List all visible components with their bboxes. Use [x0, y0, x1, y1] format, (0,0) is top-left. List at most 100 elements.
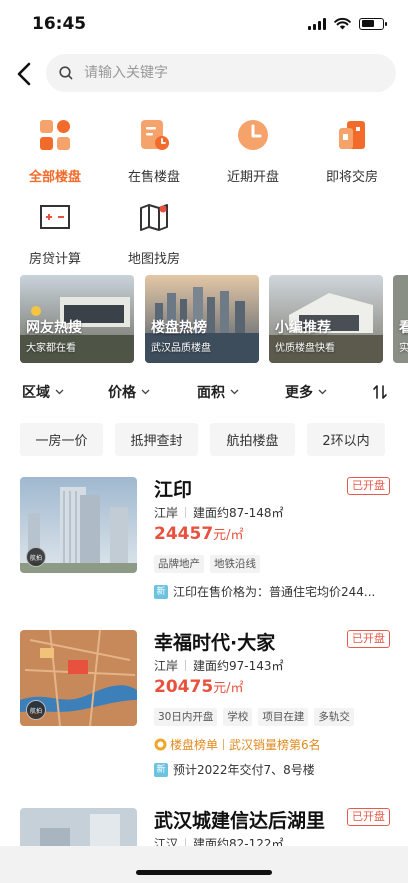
listing-news: 新 江印在售价格为：普通住宅均价244... [154, 583, 390, 600]
search-icon [59, 66, 73, 80]
listing-card[interactable]: 武汉城建信达后湖里 已开盘 江汉 建面约82-122㎡ [20, 808, 390, 883]
listing-area: 建面约97-143㎡ [193, 659, 284, 673]
banner-partial[interactable]: 看 实 [393, 275, 408, 363]
listing-tag: 地铁沿线 [210, 555, 260, 573]
listing-card[interactable]: 航拍 江印 已开盘 江岸 建面约87-148㎡ 24457元/㎡ 品牌地产 地铁… [20, 477, 390, 607]
listing-meta: 江岸 建面约97-143㎡ [154, 657, 284, 674]
banner-editor-pick[interactable]: 小编推荐 优质楼盘快看 [269, 275, 383, 363]
filter-label: 价格 [108, 385, 136, 401]
listing-thumbnail: 航拍 [20, 630, 137, 726]
listing-price: 20475元/㎡ [154, 677, 244, 697]
back-button[interactable] [14, 60, 36, 88]
listing-title: 武汉城建信达后湖里 [154, 810, 326, 832]
banner-hot-search[interactable]: 网友热搜 大家都在看 [20, 275, 134, 363]
battery-icon [359, 17, 387, 30]
listing-district: 江岸 [154, 506, 179, 520]
status-badge: 已开盘 [347, 808, 390, 826]
listing-area: 建面约87-148㎡ [193, 506, 284, 520]
category-all-buildings[interactable]: 全部楼盘 [10, 118, 100, 185]
listing-title: 幸福时代·大家 [154, 632, 276, 654]
banner-subtitle: 武汉品质楼盘 [151, 343, 211, 354]
category-mortgage-calculator[interactable]: 房贷计算 [10, 200, 100, 267]
category-on-sale[interactable]: 在售楼盘 [109, 118, 199, 185]
chevron-left-icon [17, 62, 31, 86]
calculator-icon [40, 205, 70, 229]
quick-tag[interactable]: 一房一价 [20, 423, 103, 456]
category-opening-soon[interactable]: 近期开盘 [208, 118, 298, 185]
ranking-link[interactable]: 楼盘榜单 武汉销量榜第6名 [154, 736, 321, 753]
listing-tag: 30日内开盘 [154, 708, 218, 726]
chevron-down-icon [55, 389, 64, 395]
quick-tag[interactable]: 航拍楼盘 [210, 423, 295, 456]
filter-label: 更多 [285, 385, 313, 401]
listing-price: 24457元/㎡ [154, 524, 244, 544]
listing-tag: 品牌地产 [154, 555, 204, 573]
quick-tag[interactable]: 抵押查封 [115, 423, 198, 456]
map-icon [140, 204, 168, 231]
filter-label: 面积 [197, 385, 225, 401]
filter-label: 区域 [22, 385, 50, 401]
banner-title: 看 [399, 320, 408, 336]
status-badge: 已开盘 [347, 630, 390, 648]
divider [185, 660, 187, 671]
banner-title: 楼盘热榜 [151, 320, 207, 336]
listing-news: 新 预计2022年交付7、8号楼 [154, 761, 390, 778]
price-value: 24457 [154, 524, 214, 544]
category-label: 在售楼盘 [127, 170, 180, 185]
listing-tag: 项目在建 [258, 708, 309, 726]
home-indicator[interactable] [136, 870, 272, 875]
listing-district: 江岸 [154, 659, 179, 673]
price-unit: 元/㎡ [213, 681, 244, 696]
banner-title: 网友热搜 [26, 320, 82, 336]
chevron-down-icon [230, 389, 239, 395]
listing-thumbnail: 航拍 [20, 477, 137, 573]
search-box[interactable] [46, 54, 396, 92]
new-badge: 新 [154, 584, 168, 599]
divider [185, 507, 187, 518]
filter-bar: 区域 价格 面积 更多 [0, 382, 408, 406]
category-label: 全部楼盘 [28, 170, 81, 185]
quick-tag[interactable]: 2环以内 [307, 423, 385, 456]
price-value: 20475 [154, 677, 214, 697]
quick-tags: 一房一价 抵押查封 航拍楼盘 2环以内 [20, 423, 400, 456]
medal-icon [154, 738, 167, 751]
listing-tag: 学校 [223, 708, 253, 726]
chevron-down-icon [318, 389, 327, 395]
listing-title: 江印 [154, 479, 193, 501]
bottom-safe-area [0, 846, 408, 883]
on-sale-icon [141, 120, 169, 150]
cellular-signal-icon [308, 17, 326, 30]
filter-more[interactable]: 更多 [285, 382, 327, 402]
new-badge: 新 [154, 762, 168, 777]
status-bar: 16:45 [0, 0, 408, 46]
filter-price[interactable]: 价格 [108, 382, 150, 402]
promo-banners: 网友热搜 大家都在看 楼盘热榜 武汉品质楼盘 小编推荐 优质楼盘快看 看 实 [20, 275, 408, 363]
clock-icon [238, 120, 268, 150]
listing-card[interactable]: 航拍 幸福时代·大家 已开盘 江岸 建面约97-143㎡ 20475元/㎡ 30… [20, 630, 390, 780]
banner-subtitle: 大家都在看 [26, 343, 76, 354]
all-buildings-icon [40, 120, 70, 150]
listing-tags: 30日内开盘 学校 项目在建 多轨交 [154, 708, 354, 726]
price-unit: 元/㎡ [213, 528, 244, 543]
chevron-down-icon [141, 389, 150, 395]
category-handover-soon[interactable]: 即将交房 [307, 118, 397, 185]
banner-title: 小编推荐 [275, 320, 331, 336]
divider [223, 739, 225, 750]
category-map-search[interactable]: 地图找房 [109, 200, 199, 267]
status-time: 16:45 [32, 14, 87, 34]
filter-area[interactable]: 面积 [197, 382, 239, 402]
status-badge: 已开盘 [347, 477, 390, 495]
category-label: 地图找房 [127, 252, 180, 267]
listing-meta: 江岸 建面约87-148㎡ [154, 504, 284, 521]
category-label: 即将交房 [325, 170, 378, 185]
filter-region[interactable]: 区域 [22, 382, 64, 402]
sort-icon[interactable] [372, 384, 388, 400]
category-label: 房贷计算 [28, 252, 81, 267]
aerial-badge: 航拍 [26, 547, 46, 567]
banner-subtitle: 优质楼盘快看 [275, 343, 335, 354]
search-input[interactable] [84, 54, 374, 92]
category-label: 近期开盘 [226, 170, 279, 185]
status-icons [308, 17, 387, 30]
banner-hot-ranking[interactable]: 楼盘热榜 武汉品质楼盘 [145, 275, 259, 363]
handover-icon [339, 121, 365, 149]
